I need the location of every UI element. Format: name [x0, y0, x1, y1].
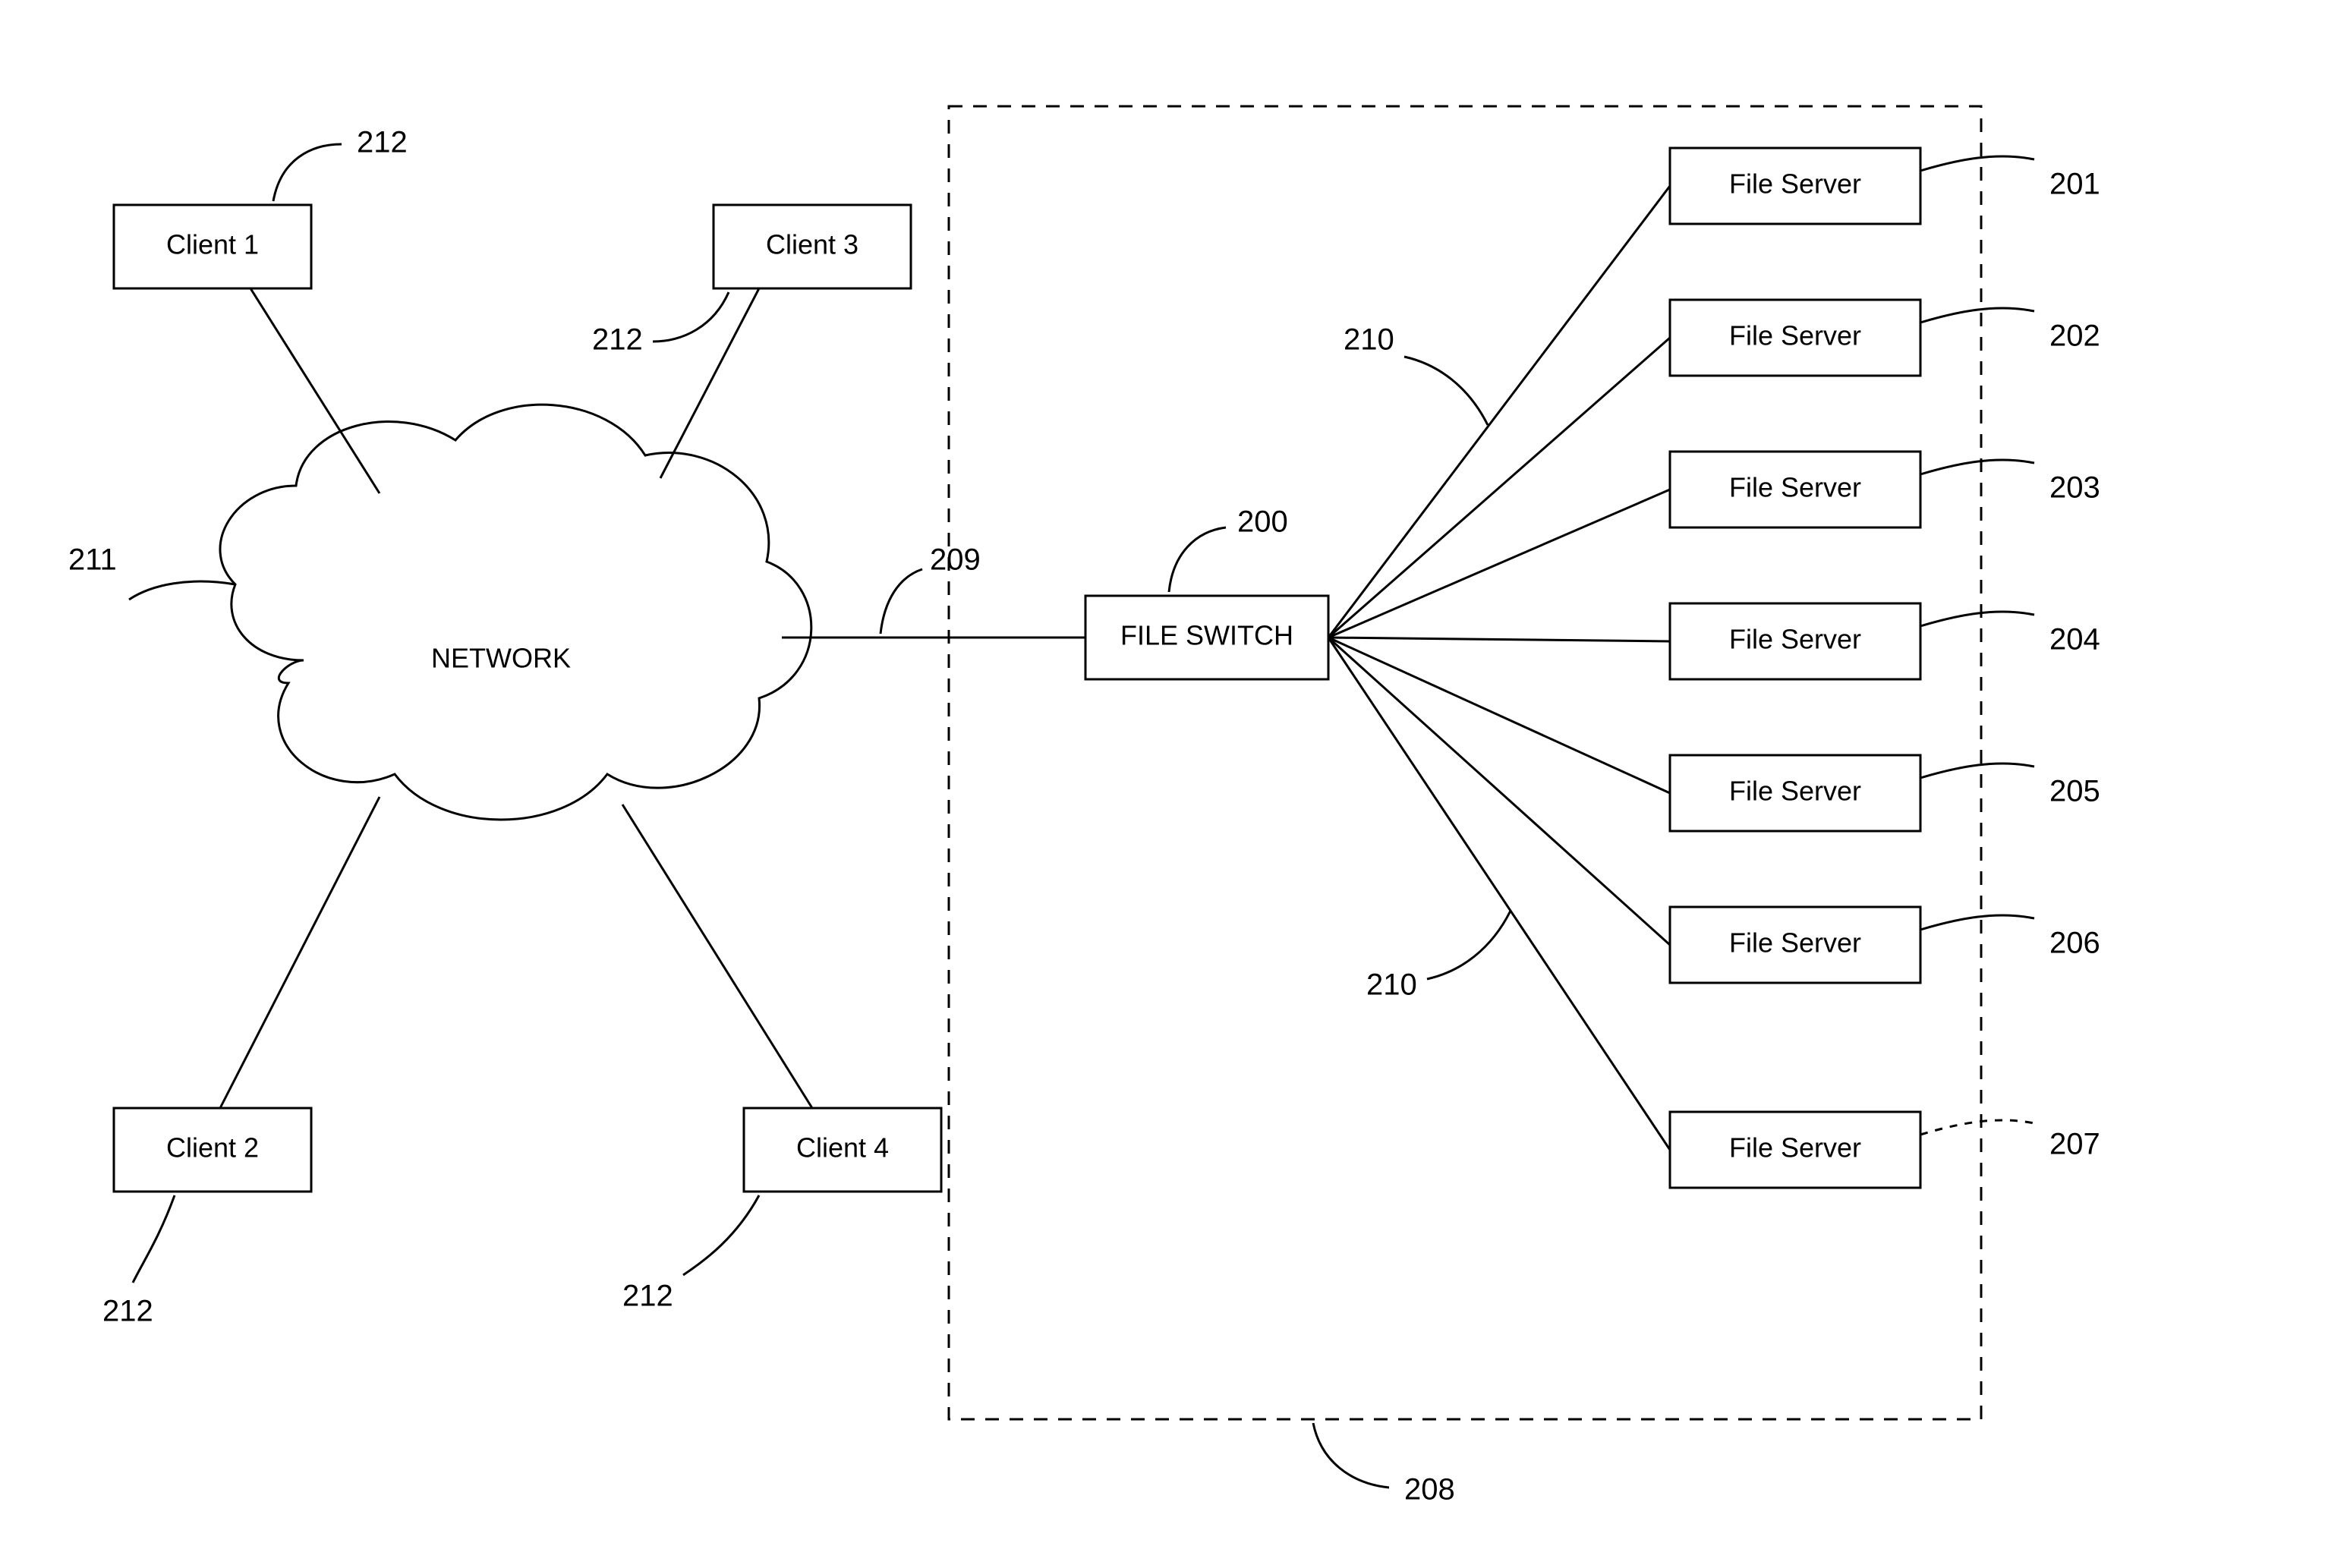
lead-210-bot: [1427, 911, 1511, 979]
client-1-label: Client 1: [166, 229, 259, 260]
ref-203: 203: [2049, 471, 2100, 505]
network-label: NETWORK: [431, 643, 571, 674]
lead-200: [1169, 527, 1226, 592]
lead-208: [1313, 1423, 1389, 1488]
lead-212-c4: [683, 1195, 759, 1275]
file-server-5-label: File Server: [1729, 776, 1861, 807]
file-switch-label: FILE SWITCH: [1120, 620, 1293, 651]
file-server-1: File Server: [1328, 148, 1920, 638]
lead-210-top: [1404, 357, 1488, 425]
lead-205: [1920, 764, 2034, 778]
client-1: Client 1: [114, 205, 380, 493]
ref-206: 206: [2049, 927, 2100, 960]
client-3: Client 3: [660, 205, 911, 478]
file-server-4-label: File Server: [1729, 624, 1861, 655]
file-server-1-label: File Server: [1729, 168, 1861, 200]
ref-201: 201: [2049, 168, 2100, 201]
lead-212-c1: [273, 144, 342, 201]
ref-211: 211: [68, 543, 117, 577]
file-server-4: File Server: [1328, 603, 1920, 679]
lead-211: [129, 581, 235, 600]
lead-212-c2: [133, 1195, 175, 1283]
file-switch: FILE SWITCH: [1085, 596, 1328, 679]
client-2-label: Client 2: [166, 1132, 259, 1163]
lead-204: [1920, 612, 2034, 626]
lead-207: [1920, 1120, 2034, 1135]
file-server-6-label: File Server: [1729, 927, 1861, 959]
lead-209: [881, 569, 922, 634]
ref-212-c4: 212: [622, 1280, 673, 1313]
ref-212-c2: 212: [102, 1295, 153, 1328]
client-4-label: Client 4: [796, 1132, 889, 1163]
diagram-root: NETWORK Client 1 Client 3 Client 2 Clien…: [0, 0, 2347, 1568]
file-server-3-label: File Server: [1729, 472, 1861, 503]
lead-201: [1920, 156, 2034, 171]
ref-205: 205: [2049, 775, 2100, 808]
ref-202: 202: [2049, 320, 2100, 353]
lead-202: [1920, 308, 2034, 323]
file-server-7-label: File Server: [1729, 1132, 1861, 1163]
ref-207: 207: [2049, 1128, 2100, 1161]
lead-212-c3: [653, 292, 729, 342]
ref-200: 200: [1237, 505, 1288, 539]
client-3-label: Client 3: [766, 229, 858, 260]
ref-210-top: 210: [1344, 323, 1394, 357]
client-2: Client 2: [114, 797, 380, 1192]
ref-204: 204: [2049, 623, 2100, 656]
ref-212-c3: 212: [592, 323, 643, 357]
file-server-2-label: File Server: [1729, 320, 1861, 351]
ref-210-bot: 210: [1366, 968, 1417, 1002]
ref-209: 209: [930, 543, 981, 577]
network-cloud: NETWORK: [220, 405, 811, 820]
ref-212-c1: 212: [357, 126, 408, 159]
client-4: Client 4: [622, 804, 941, 1192]
lead-203: [1920, 460, 2034, 474]
ref-208: 208: [1404, 1473, 1455, 1507]
lead-206: [1920, 915, 2034, 930]
